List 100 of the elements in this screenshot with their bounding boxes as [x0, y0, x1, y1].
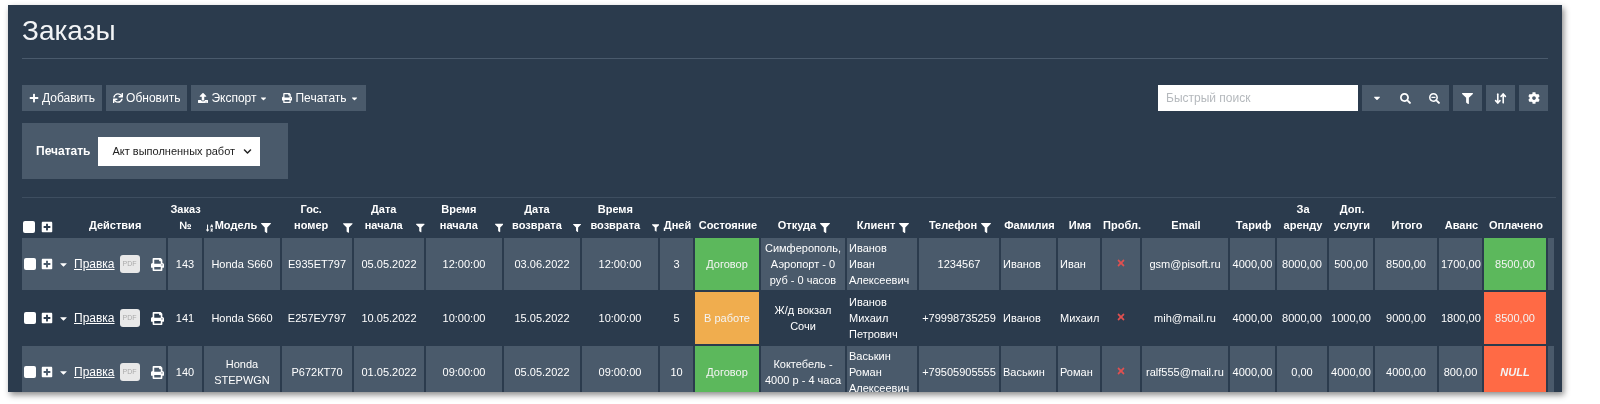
table-cell: 3	[660, 238, 695, 292]
filter-icon	[572, 223, 581, 233]
column-header: Email	[1171, 218, 1201, 233]
table-cell: 140	[168, 346, 204, 392]
paid-cell: 8500,00	[1484, 238, 1548, 292]
table-cell: 1700,00	[1439, 238, 1484, 292]
table-cell: 4000,00	[1329, 346, 1375, 392]
print-select[interactable]: Акт выполненных работ	[98, 136, 261, 166]
filter-icon	[1462, 92, 1473, 104]
checkbox[interactable]	[24, 258, 36, 270]
table-cell: 05.05.2022	[354, 238, 426, 292]
column-header: Итого	[1391, 218, 1423, 233]
edit-link[interactable]: Правка	[74, 256, 115, 272]
column-header: Откуда	[777, 218, 817, 233]
column-header: Время начала	[438, 202, 479, 233]
printer-icon	[150, 257, 164, 271]
column-header: Фамилия	[1004, 218, 1055, 233]
table-cell: 8000,00	[1277, 238, 1329, 292]
table-cell: 4000,00	[1230, 238, 1277, 292]
column-header: За аренду	[1282, 202, 1324, 233]
filter-button[interactable]	[1453, 85, 1482, 111]
filter-icon	[416, 223, 425, 233]
checkbox[interactable]	[23, 221, 35, 233]
table-cell: 1234567	[919, 238, 1001, 292]
filter-icon	[343, 223, 353, 233]
table-cell: 10	[660, 346, 695, 392]
column-header: Пробл.	[1103, 218, 1141, 233]
search-field[interactable]: Быстрый поиск	[1158, 85, 1358, 111]
status-cell: Договор	[695, 346, 761, 392]
column-header: Доп. услуги	[1332, 202, 1372, 233]
status-cell: В работе	[695, 292, 761, 346]
column-header: Гос. номер	[293, 202, 330, 233]
column-header: Имя	[1068, 218, 1092, 233]
table-cell: Honda S660	[204, 238, 282, 292]
column-header: Телефон	[928, 218, 978, 233]
column-header: Дата начала	[363, 202, 404, 233]
sort-icon	[206, 223, 214, 233]
checkbox[interactable]	[24, 366, 36, 378]
table-cell: gsm@pisoft.ru	[1142, 238, 1230, 292]
table-cell: Honda STEPWGN	[204, 346, 282, 392]
status-cell: Договор	[695, 238, 761, 292]
sort-button[interactable]	[1486, 85, 1515, 111]
column-header: Аванс	[1444, 218, 1479, 233]
table-cell: 03.06.2022	[504, 238, 582, 292]
printer-icon	[150, 365, 164, 379]
table-cell: 12:00:00	[582, 238, 660, 292]
edit-link[interactable]: Правка	[74, 310, 115, 326]
paid-cell: NULL	[1484, 346, 1548, 392]
search-icon	[1400, 92, 1411, 104]
checkbox[interactable]	[24, 312, 36, 324]
column-header: Клиент	[856, 218, 896, 233]
table-cell: 800,00	[1439, 346, 1484, 392]
table-cell: Р672КТ70	[282, 346, 354, 392]
filter-icon	[899, 223, 910, 233]
table-cell: +79505905555	[919, 346, 1001, 392]
table-cell: 09:00:00	[426, 346, 504, 392]
settings-icon	[1527, 92, 1540, 104]
edit-link[interactable]: Правка	[74, 364, 115, 380]
table-cell: Коктебель - 4000 р - 4 часа	[761, 346, 847, 392]
table-cell: 12:00:00	[426, 238, 504, 292]
table-cell: 01.05.2022	[354, 346, 426, 392]
table-cell: 8500,00	[1375, 238, 1439, 292]
refresh-icon	[113, 93, 124, 103]
filter-icon	[820, 223, 831, 233]
printer-icon	[282, 93, 293, 103]
chevron-icon	[243, 146, 253, 156]
filter-icon	[261, 223, 272, 233]
table-cell: 0,00	[1277, 346, 1329, 392]
column-header: Дней	[663, 218, 692, 233]
upload-icon	[198, 93, 209, 103]
printer-icon	[150, 311, 164, 325]
print-label: Печатать	[36, 144, 91, 158]
table-cell: 4000,00	[1230, 346, 1277, 392]
column-header: Модель	[214, 218, 258, 233]
filter-icon	[651, 223, 659, 233]
table-cell: Симферополь, Аэропорт - 0 руб - 0 часов	[761, 238, 847, 292]
column-header: Оплачено	[1489, 218, 1543, 233]
column-header: Время возврата	[589, 202, 642, 233]
table-cell: 09:00:00	[582, 346, 660, 392]
settings-button[interactable]	[1519, 85, 1548, 111]
table-cell: Роман	[1058, 346, 1102, 392]
table-cell: Иван	[1058, 238, 1102, 292]
column-header: Состояние	[698, 218, 758, 233]
column-header: Заказ №	[169, 202, 202, 233]
column-header: Дата возврата	[511, 202, 563, 233]
column-header: Тариф	[1235, 218, 1272, 233]
table-cell: Е935ЕТ797	[282, 238, 354, 292]
column-header: Действия	[89, 218, 142, 233]
table-cell: ralf555@mail.ru	[1142, 346, 1230, 392]
plus-icon	[29, 93, 39, 103]
filter-icon	[494, 223, 503, 233]
zoom-out-icon	[1429, 92, 1440, 104]
table-cell: 500,00	[1329, 238, 1375, 292]
table-cell: 143	[168, 238, 204, 292]
table-cell: 4000,00	[1375, 346, 1439, 392]
table-cell: Иванов Иван Алексеевич	[847, 238, 919, 292]
filter-icon	[981, 223, 992, 233]
table-cell: Иванов	[1001, 238, 1058, 292]
sort-icon	[1494, 91, 1507, 105]
paid-cell: 8500,00	[1484, 292, 1548, 346]
